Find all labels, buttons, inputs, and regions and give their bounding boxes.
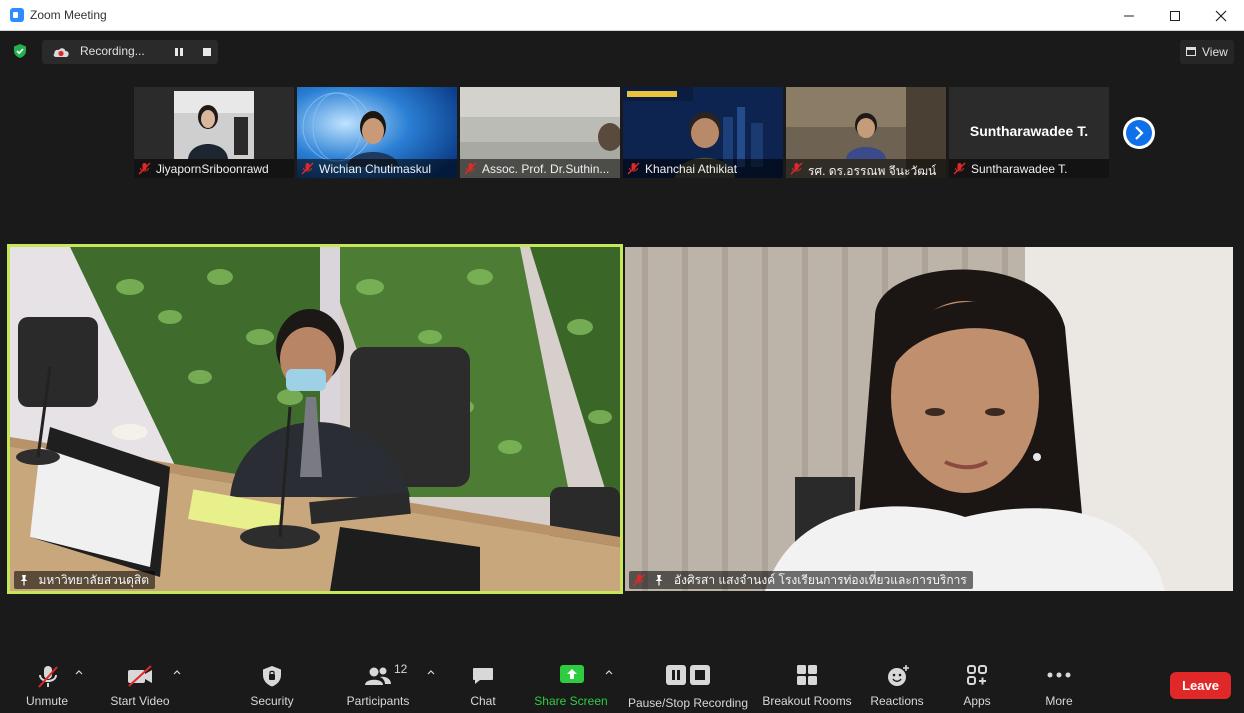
reactions-label: Reactions [870, 694, 924, 708]
apps-button[interactable]: Apps [950, 656, 1004, 712]
recording-label: Recording... [80, 44, 145, 58]
muted-mic-icon [953, 162, 966, 175]
participants-icon [365, 667, 391, 685]
window-titlebar: Zoom Meeting [0, 0, 1244, 31]
video-tile-active-speaker[interactable]: มหาวิทยาลัยสวนดุสิต [7, 244, 623, 594]
minimize-button[interactable] [1106, 0, 1152, 31]
leave-button[interactable]: Leave [1170, 672, 1231, 699]
participant-name: Assoc. Prof. Dr.Suthin... [482, 162, 610, 176]
stop-recording-button[interactable] [198, 43, 216, 61]
participant-name: Suntharawadee T. [971, 162, 1068, 176]
chat-bubble-icon [473, 668, 493, 684]
pause-stop-recording-button[interactable]: Pause/Stop Recording [626, 656, 750, 712]
video-feed [625, 247, 1233, 591]
participants-options-chevron-up-icon[interactable] [427, 668, 435, 676]
recording-indicator: Recording... [42, 40, 218, 64]
participant-thumbnail[interactable]: Wichian Chutimaskul [297, 87, 457, 178]
start-video-label: Start Video [110, 694, 170, 708]
pause-recording-button[interactable] [170, 43, 188, 61]
tile-name-caption: อังศิรสา แสงจำนงค์ โรงเรียนการท่องเที่ยว… [629, 571, 973, 589]
muted-microphone-icon [38, 666, 58, 688]
apps-label: Apps [963, 694, 991, 708]
reaction-smiley-icon [888, 665, 909, 686]
apps-icon [967, 665, 987, 685]
view-label: View [1202, 45, 1228, 59]
view-button[interactable]: View [1180, 40, 1234, 64]
breakout-rooms-icon [797, 665, 817, 685]
pin-icon [20, 574, 28, 586]
muted-mic-icon [633, 573, 645, 586]
video-feed [10, 247, 620, 591]
participant-thumbnail[interactable]: รศ. ดร.อรรณพ จีนะวัฒน์ [786, 87, 946, 178]
recording-control-label: Pause/Stop Recording [627, 696, 749, 710]
cloud-recording-icon [53, 48, 69, 57]
breakout-rooms-label: Breakout Rooms [762, 694, 852, 708]
breakout-rooms-button[interactable]: Breakout Rooms [760, 656, 854, 712]
share-options-chevron-up-icon[interactable] [605, 668, 613, 676]
close-icon [1215, 10, 1227, 22]
muted-mic-icon [627, 162, 640, 175]
window-title: Zoom Meeting [30, 8, 107, 22]
participant-thumbnail[interactable]: Khanchai Athikiat [623, 87, 783, 178]
participant-name: JiyapornSriboonrawd [156, 162, 269, 176]
participants-button[interactable]: 12 Participants [340, 656, 416, 712]
participant-thumbnail[interactable]: Suntharawadee T. Suntharawadee T. [949, 87, 1109, 178]
audio-options-chevron-up-icon[interactable] [75, 668, 83, 676]
participant-name: Khanchai Athikiat [645, 162, 738, 176]
pin-icon [655, 574, 663, 586]
grid-view-icon [1186, 47, 1196, 56]
shield-check-icon[interactable] [12, 43, 28, 59]
security-button[interactable]: Security [240, 656, 304, 712]
unmute-label: Unmute [25, 694, 69, 708]
meeting-area: Recording... View JiyapornSriboonrawd Wi… [0, 31, 1244, 713]
close-button[interactable] [1198, 0, 1244, 31]
share-screen-button[interactable]: Share Screen [532, 656, 610, 712]
participant-name: รศ. ดร.อรรณพ จีนะวัฒน์ [808, 164, 937, 178]
chat-button[interactable]: Chat [456, 656, 510, 712]
chat-label: Chat [470, 694, 496, 708]
zoom-app-icon [10, 8, 24, 22]
participants-count: 12 [394, 662, 408, 676]
participants-label: Participants [346, 694, 410, 708]
reactions-button[interactable]: Reactions [866, 656, 928, 712]
tile-name: อังศิรสา แสงจำนงค์ โรงเรียนการท่องเที่ยว… [673, 573, 967, 587]
muted-mic-icon [138, 162, 151, 175]
unmute-button[interactable]: Unmute [14, 656, 80, 712]
more-button[interactable]: More [1032, 656, 1086, 712]
participant-thumbnail[interactable]: Assoc. Prof. Dr.Suthin... [460, 87, 620, 178]
participant-name: Wichian Chutimaskul [319, 162, 432, 176]
share-screen-label: Share Screen [534, 694, 608, 708]
meeting-toolbar: Unmute Start Video Security 12 Participa… [0, 652, 1244, 713]
more-label: More [1045, 694, 1073, 708]
chevron-right-icon [1135, 126, 1144, 140]
participant-thumbnail[interactable]: JiyapornSriboonrawd [134, 87, 294, 178]
tile-name: มหาวิทยาลัยสวนดุสิต [38, 573, 149, 587]
start-video-button[interactable]: Start Video [102, 656, 178, 712]
video-off-icon [128, 665, 152, 687]
video-options-chevron-up-icon[interactable] [173, 668, 181, 676]
maximize-icon [1170, 11, 1180, 21]
minimize-icon [1124, 15, 1134, 17]
video-tile[interactable]: อังศิรสา แสงจำนงค์ โรงเรียนการท่องเที่ยว… [625, 247, 1233, 591]
next-page-button[interactable] [1123, 117, 1155, 149]
pause-stop-recording-icon [666, 665, 710, 685]
maximize-button[interactable] [1152, 0, 1198, 31]
shield-icon [263, 666, 281, 687]
tile-name-caption: มหาวิทยาลัยสวนดุสิต [14, 571, 155, 589]
share-screen-icon [560, 665, 584, 683]
participant-display-name: Suntharawadee T. [969, 123, 1089, 139]
muted-mic-icon [301, 162, 314, 175]
more-ellipsis-icon [1047, 672, 1071, 678]
muted-mic-icon [464, 162, 477, 175]
security-label: Security [250, 694, 294, 708]
muted-mic-icon [790, 162, 803, 175]
